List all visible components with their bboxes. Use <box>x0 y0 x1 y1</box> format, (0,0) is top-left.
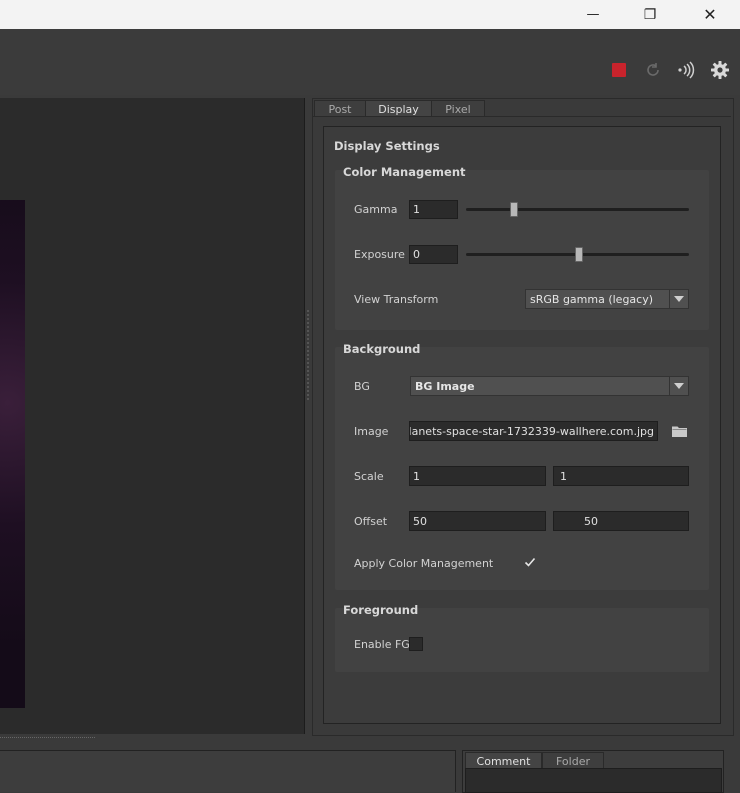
offset-label: Offset <box>354 515 388 528</box>
background-title: Background <box>343 342 421 356</box>
window-titlebar: — ❐ ✕ <box>0 0 740 29</box>
render-viewport[interactable] <box>0 98 305 734</box>
horizontal-splitter[interactable] <box>0 737 95 739</box>
gamma-slider-track[interactable] <box>466 208 689 211</box>
apply-color-management-label: Apply Color Management <box>354 557 494 570</box>
stop-render-button[interactable] <box>608 59 630 81</box>
comment-area[interactable] <box>465 768 722 793</box>
minimize-button[interactable]: — <box>570 0 616 29</box>
bg-label: BG <box>354 380 370 393</box>
foreground-title: Foreground <box>343 603 419 617</box>
scale-label: Scale <box>354 470 384 483</box>
image-path-input[interactable]: et-planets-space-star-1732339-wallhere.c… <box>409 421 658 441</box>
scale-x-input[interactable]: 1 <box>409 466 546 486</box>
rendered-image <box>0 200 25 708</box>
offset-y-input[interactable]: 50 <box>553 511 689 531</box>
enable-fg-checkbox[interactable] <box>409 637 423 651</box>
tab-post[interactable]: Post <box>314 100 366 117</box>
panel-splitter[interactable] <box>307 310 311 400</box>
color-management-title: Color Management <box>343 165 466 179</box>
scale-y-input[interactable]: 1 <box>553 466 689 486</box>
offset-x-input[interactable]: 50 <box>409 511 546 531</box>
exposure-input[interactable]: 0 <box>409 245 458 264</box>
enable-fg-label: Enable FG <box>354 638 410 651</box>
gamma-label: Gamma <box>354 203 398 216</box>
settings-button[interactable] <box>709 59 731 81</box>
image-path-value: et-planets-space-star-1732339-wallhere.c… <box>409 424 654 438</box>
bg-value: BG Image <box>415 379 475 393</box>
refresh-icon <box>647 63 659 76</box>
gamma-input[interactable]: 1 <box>409 200 458 219</box>
maximize-button[interactable]: ❐ <box>627 0 673 29</box>
image-label: Image <box>354 425 389 438</box>
exposure-slider-handle[interactable] <box>574 247 583 262</box>
display-settings-title: Display Settings <box>334 139 440 153</box>
folder-icon <box>671 426 687 437</box>
gear-icon <box>711 61 729 79</box>
apply-color-management-checkbox[interactable] <box>524 556 536 568</box>
tab-comment[interactable]: Comment <box>465 752 542 769</box>
exposure-label: Exposure <box>354 248 405 261</box>
checkmark-icon <box>524 557 536 567</box>
stop-render-icon <box>612 63 626 77</box>
view-transform-value: sRGB gamma (legacy) <box>530 292 654 306</box>
restore-icon: ❐ <box>643 6 657 23</box>
close-icon: ✕ <box>703 5 717 24</box>
close-button[interactable]: ✕ <box>687 0 733 29</box>
broadcast-button[interactable] <box>675 59 697 81</box>
tab-folder[interactable]: Folder <box>542 752 604 769</box>
refresh-button[interactable] <box>642 59 664 81</box>
tab-divider <box>313 116 731 117</box>
view-transform-label: View Transform <box>354 293 439 306</box>
chevron-down-icon <box>669 290 688 308</box>
gamma-slider-handle[interactable] <box>509 202 518 217</box>
view-transform-dropdown[interactable]: sRGB gamma (legacy) <box>525 289 689 309</box>
tab-pixel[interactable]: Pixel <box>431 100 485 117</box>
broadcast-icon <box>678 61 695 79</box>
tab-display[interactable]: Display <box>365 100 432 117</box>
chevron-down-icon <box>669 377 688 395</box>
minimize-icon: — <box>586 7 600 22</box>
bottom-left-panel <box>0 750 456 792</box>
browse-folder-button[interactable] <box>670 423 688 439</box>
bg-dropdown[interactable]: BG Image <box>410 376 689 396</box>
